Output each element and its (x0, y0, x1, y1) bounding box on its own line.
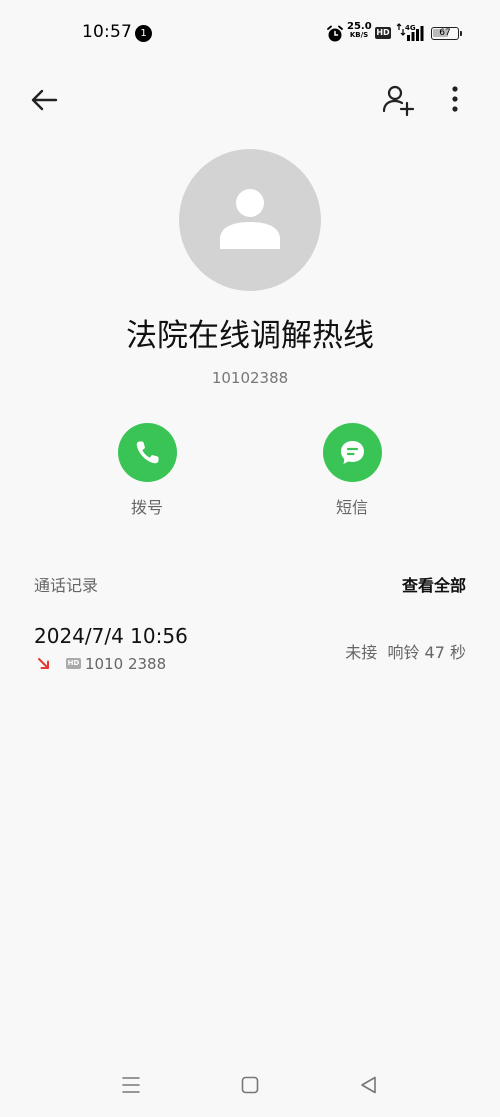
contact-number[interactable]: 10102388 (0, 369, 500, 387)
network-type-label: 4G (405, 24, 416, 32)
back-triangle-icon[interactable] (358, 1074, 380, 1096)
battery-indicator: 67 (431, 27, 459, 40)
net-speed-unit: KB/S (349, 31, 369, 39)
alarm-icon (327, 25, 343, 42)
person-add-icon[interactable] (378, 80, 418, 120)
back-arrow-icon[interactable] (26, 82, 62, 118)
net-speed-indicator: 25.0 KB/S (347, 21, 372, 40)
person-placeholder-icon (220, 189, 280, 249)
call-label[interactable]: 拨号 (107, 494, 187, 518)
home-square-icon[interactable] (240, 1075, 260, 1095)
hd-voice-badge: HD (375, 27, 391, 39)
call-log-title: 通话记录 (34, 576, 99, 595)
view-all-button[interactable]: 查看全部 (402, 572, 466, 596)
message-icon (341, 441, 364, 464)
call-log-status: 未接 响铃 47 秒 (345, 643, 466, 662)
contact-name: 法院在线调解热线 (126, 318, 374, 354)
status-time: 10:57 (82, 22, 132, 42)
hd-call-badge: HD (66, 658, 81, 669)
battery-cap (460, 31, 462, 36)
phone-icon (136, 441, 159, 464)
call-button[interactable] (118, 423, 177, 482)
missed-call-icon (38, 658, 49, 669)
signal-icon: 4G (396, 23, 424, 41)
call-log-number: 1010 2388 (85, 655, 167, 673)
sms-button[interactable] (323, 423, 382, 482)
net-speed-value: 25.0 (347, 21, 372, 32)
call-log-datetime[interactable]: 2024/7/4 10:56 (34, 624, 188, 648)
contact-avatar (179, 149, 321, 291)
sms-label[interactable]: 短信 (312, 494, 392, 518)
menu-icon[interactable] (119, 1075, 143, 1095)
battery-level: 67 (439, 28, 451, 38)
notification-count-badge: 1 (135, 25, 152, 42)
more-vertical-icon[interactable] (437, 80, 473, 120)
